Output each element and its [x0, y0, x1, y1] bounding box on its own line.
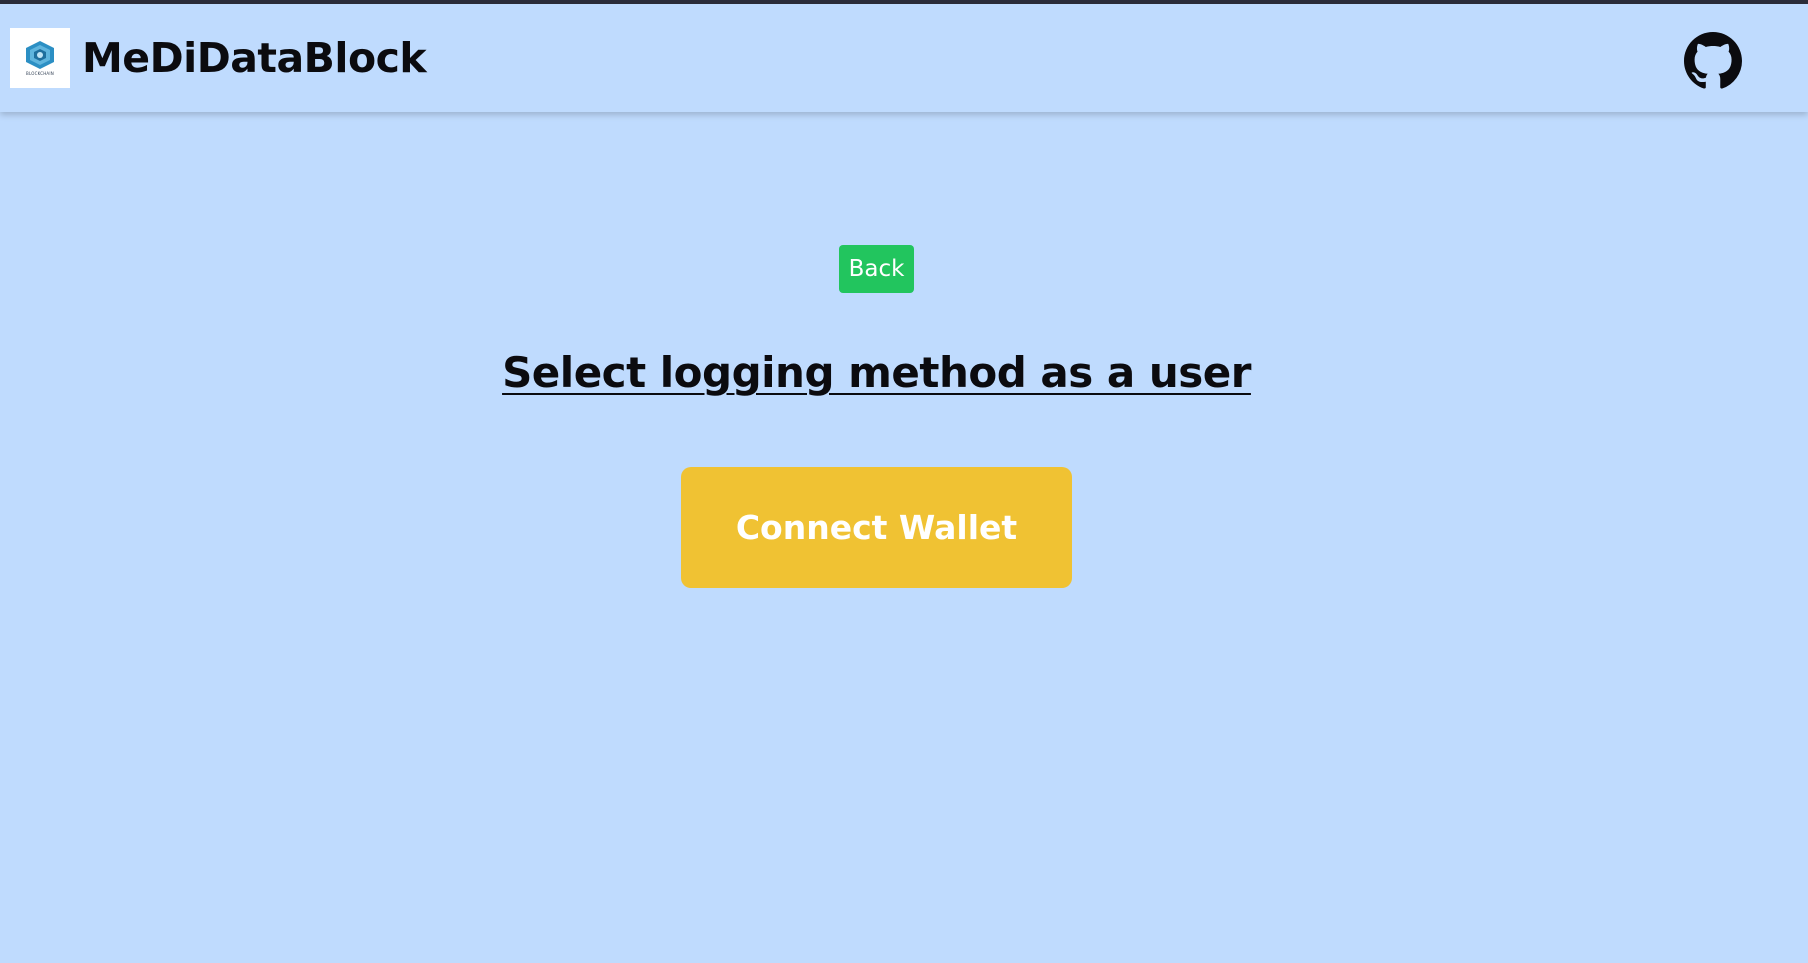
github-icon [1684, 32, 1742, 89]
github-link[interactable] [1684, 32, 1742, 90]
navbar: BLOCKCHAIN MeDiDataBlock [0, 4, 1808, 112]
back-button[interactable]: Back [839, 245, 914, 293]
brand-link[interactable]: BLOCKCHAIN MeDiDataBlock [10, 28, 427, 88]
page-heading: Select logging method as a user [502, 348, 1251, 397]
blockchain-logo: BLOCKCHAIN [10, 28, 70, 88]
logo-caption: BLOCKCHAIN [26, 71, 54, 76]
main-content: Back Select logging method as a user Con… [0, 112, 1808, 963]
hexagon-cube-icon [26, 41, 54, 69]
connect-wallet-button[interactable]: Connect Wallet [681, 467, 1072, 588]
brand-name: MeDiDataBlock [82, 34, 427, 82]
